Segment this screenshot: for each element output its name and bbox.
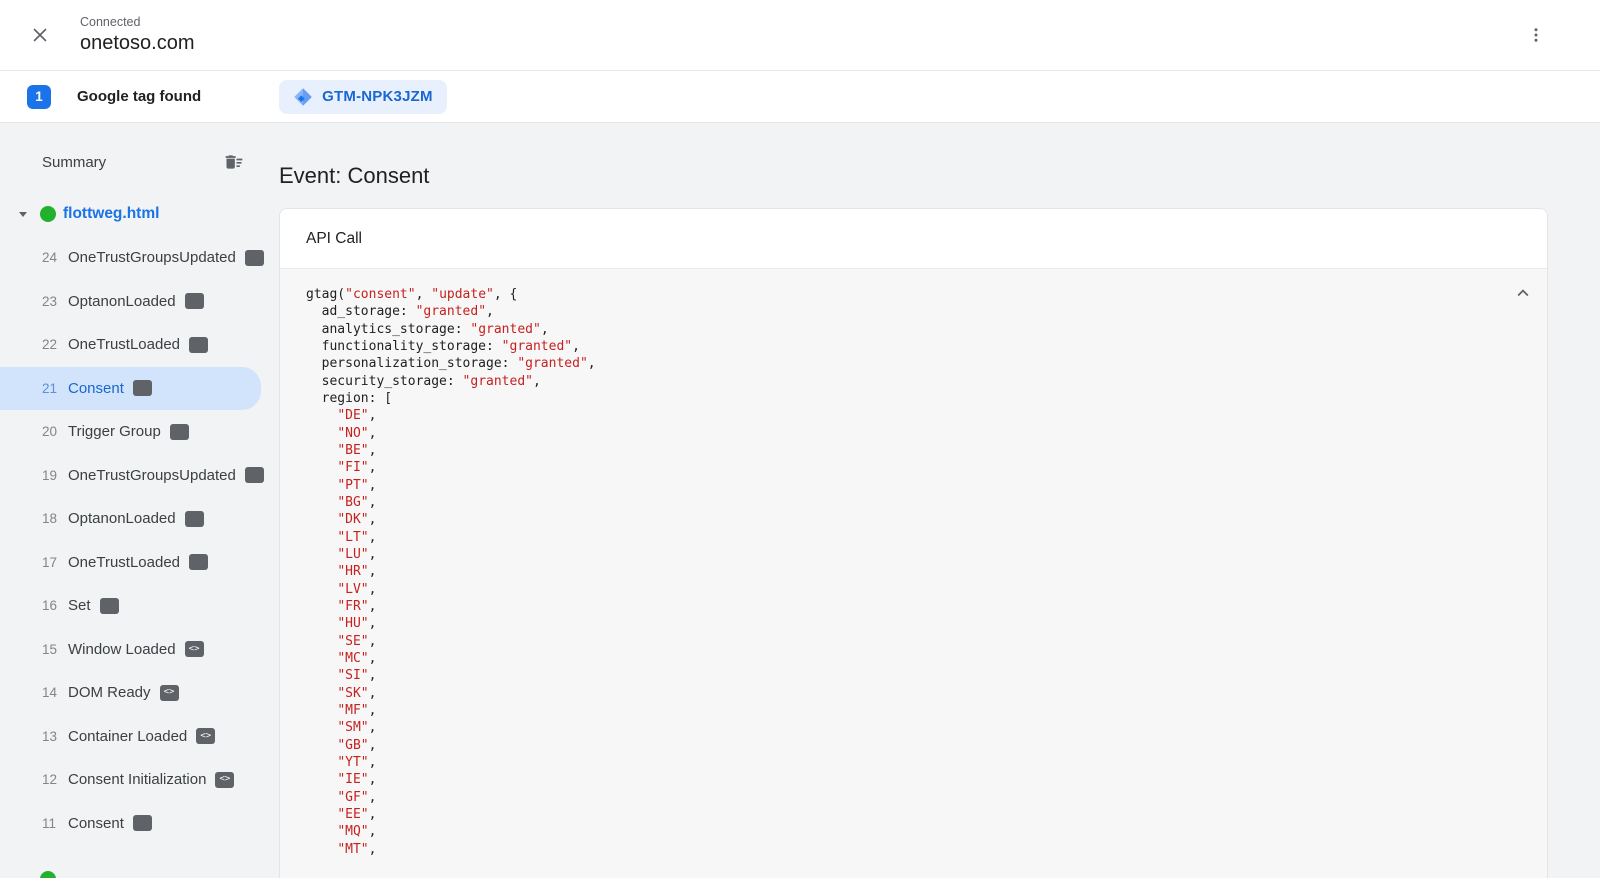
event-row[interactable]: 15 Window Loaded <> <box>0 628 261 672</box>
code-event-icon <box>100 598 119 614</box>
clear-events-button[interactable] <box>218 146 250 178</box>
event-number: 23 <box>42 294 60 309</box>
api-call-card-header: API Call <box>280 209 1547 269</box>
api-call-card: API Call gtag("consent", "update", { ad_… <box>279 208 1548 878</box>
event-number: 24 <box>42 250 60 265</box>
tag-found-bar: 1 Google tag found GTM-NPK3JZM <box>0 71 1600 123</box>
connected-site-name: onetoso.com <box>80 32 195 55</box>
delete-sweep-icon <box>224 152 244 172</box>
event-label: Window Loaded <box>68 641 176 658</box>
top-bar: Connected onetoso.com <box>0 0 1600 71</box>
event-row[interactable]: 11 Consent <box>0 802 261 846</box>
event-row[interactable]: 20 Trigger Group <box>0 410 261 454</box>
event-list: 24 OneTrustGroupsUpdated 23 OptanonLoade… <box>0 236 262 845</box>
api-call-title: API Call <box>306 230 362 248</box>
code-event-icon <box>133 815 152 831</box>
event-number: 18 <box>42 511 60 526</box>
gtm-container-chip[interactable]: GTM-NPK3JZM <box>279 80 447 114</box>
event-number: 19 <box>42 468 60 483</box>
event-label: Container Loaded <box>68 728 187 745</box>
content-area: Summary flottweg.html 24 OneTrustGroupsU… <box>0 123 1600 878</box>
gtm-diamond-icon <box>293 87 313 107</box>
event-label: Consent Initialization <box>68 771 206 788</box>
event-row[interactable]: 12 Consent Initialization <> <box>0 758 261 802</box>
api-call-code-section: gtag("consent", "update", { ad_storage: … <box>280 269 1547 878</box>
collapse-arrow-icon[interactable] <box>15 206 31 222</box>
event-label: Set <box>68 597 91 614</box>
page-name: flottweg.html <box>63 205 159 223</box>
code-event-icon <box>133 380 152 396</box>
collapse-code-button[interactable] <box>1509 279 1537 307</box>
event-number: 13 <box>42 729 60 744</box>
main-panel: Event: Consent API Call gtag("consent", … <box>262 123 1600 878</box>
more-options-button[interactable] <box>1516 15 1556 55</box>
close-icon <box>29 24 51 46</box>
summary-row[interactable]: Summary <box>0 140 262 184</box>
code-event-icon: <> <box>160 685 179 701</box>
event-row[interactable]: 17 OneTrustLoaded <box>0 541 261 585</box>
code-event-icon: <> <box>215 772 234 788</box>
event-row[interactable]: 24 OneTrustGroupsUpdated <box>0 236 261 280</box>
event-number: 21 <box>42 381 60 396</box>
api-call-code: gtag("consent", "update", { ad_storage: … <box>306 286 1487 858</box>
event-row[interactable]: 21 Consent <box>0 367 261 411</box>
event-label: OneTrustLoaded <box>68 554 180 571</box>
code-event-icon <box>185 511 204 527</box>
event-row[interactable]: 19 OneTrustGroupsUpdated <box>0 454 261 498</box>
code-event-icon <box>185 293 204 309</box>
gtm-container-id: GTM-NPK3JZM <box>322 88 433 105</box>
event-row[interactable]: 13 Container Loaded <> <box>0 715 261 759</box>
event-number: 22 <box>42 337 60 352</box>
code-event-icon <box>170 424 189 440</box>
code-event-icon <box>189 554 208 570</box>
event-label: Trigger Group <box>68 423 161 440</box>
event-row[interactable]: 22 OneTrustLoaded <box>0 323 261 367</box>
event-label: DOM Ready <box>68 684 151 701</box>
event-label: OptanonLoaded <box>68 510 176 527</box>
event-label: Consent <box>68 380 124 397</box>
connection-info: Connected onetoso.com <box>80 15 195 55</box>
connection-status: Connected <box>80 15 195 29</box>
event-number: 20 <box>42 424 60 439</box>
kebab-menu-icon <box>1527 26 1545 44</box>
event-number: 15 <box>42 642 60 657</box>
event-label: OneTrustGroupsUpdated <box>68 467 236 484</box>
tag-found-label: Google tag found <box>77 88 201 105</box>
page-group-flottweg[interactable]: flottweg.html <box>0 192 262 236</box>
event-label: OneTrustGroupsUpdated <box>68 249 236 266</box>
event-row[interactable]: 18 OptanonLoaded <box>0 497 261 541</box>
code-event-icon: <> <box>185 641 204 657</box>
tag-count-badge: 1 <box>27 85 51 109</box>
event-number: 17 <box>42 555 60 570</box>
page-status-dot <box>40 206 56 222</box>
event-number: 11 <box>42 816 60 831</box>
event-label: OptanonLoaded <box>68 293 176 310</box>
event-sidebar: Summary flottweg.html 24 OneTrustGroupsU… <box>0 123 262 878</box>
event-label: Consent <box>68 815 124 832</box>
event-row[interactable]: 16 Set <box>0 584 261 628</box>
chevron-up-icon <box>1512 282 1534 304</box>
code-event-icon: <> <box>196 728 215 744</box>
event-number: 16 <box>42 598 60 613</box>
event-number: 14 <box>42 685 60 700</box>
next-page-status-dot <box>40 871 56 878</box>
code-event-icon <box>189 337 208 353</box>
close-button[interactable] <box>20 15 60 55</box>
event-label: OneTrustLoaded <box>68 336 180 353</box>
event-title: Event: Consent <box>279 163 1548 189</box>
event-row[interactable]: 14 DOM Ready <> <box>0 671 261 715</box>
summary-label: Summary <box>42 154 106 171</box>
event-number: 12 <box>42 772 60 787</box>
event-row[interactable]: 23 OptanonLoaded <box>0 280 261 324</box>
